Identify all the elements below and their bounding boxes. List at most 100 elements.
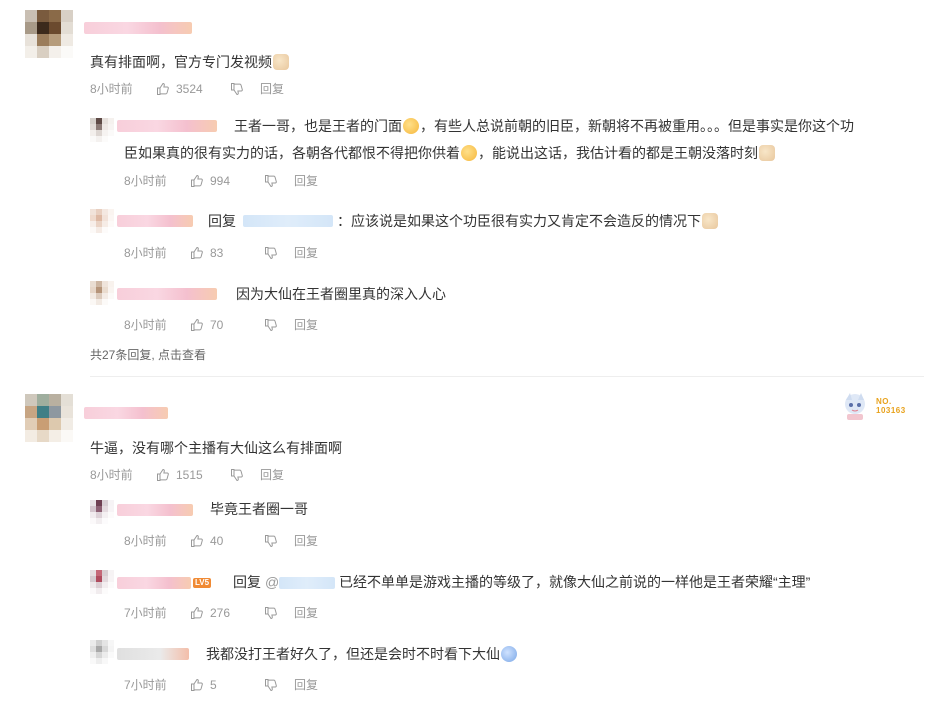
like-button[interactable]: 3524 xyxy=(156,82,230,96)
badge-number: 103163 xyxy=(876,406,906,415)
thumbs-up-icon xyxy=(191,606,203,619)
dislike-button[interactable] xyxy=(264,318,294,332)
reply-text: ：应该说是如果这个功臣很有实力又肯定不会造反的情况下 xyxy=(337,211,719,231)
like-count: 83 xyxy=(210,245,224,260)
like-count: 3524 xyxy=(176,81,203,96)
reply-meta: 8小时前 994 回复 xyxy=(124,172,318,189)
comment-text: 牛逼，没有哪个主播有大仙这么有排面啊 xyxy=(90,440,342,456)
timestamp: 8小时前 xyxy=(124,534,167,548)
thumbs-down-icon xyxy=(231,468,243,481)
like-count: 40 xyxy=(210,533,224,548)
avatar[interactable] xyxy=(90,118,114,142)
like-button[interactable]: 40 xyxy=(190,534,264,548)
like-count: 994 xyxy=(210,173,231,188)
thumbs-up-icon xyxy=(157,468,169,481)
reply-text: 因为大仙在王者圈里真的深入人心 xyxy=(236,286,446,302)
username[interactable] xyxy=(84,22,192,34)
like-count: 5 xyxy=(210,677,217,692)
timestamp: 8小时前 xyxy=(90,468,133,482)
username[interactable] xyxy=(84,407,168,419)
like-button[interactable]: 70 xyxy=(190,318,264,332)
timestamp: 8小时前 xyxy=(90,82,133,96)
thumbs-down-icon xyxy=(265,318,277,331)
timestamp: 7小时前 xyxy=(124,606,167,620)
reply-text: 毕竟王者圈一哥 xyxy=(210,501,308,517)
reply-text: 我都没打王者好久了，但还是会时不时看下大仙 xyxy=(206,644,518,664)
badge-label: NO. xyxy=(876,397,892,406)
like-button[interactable]: 276 xyxy=(190,606,264,620)
avatar[interactable] xyxy=(90,570,114,594)
thumbs-up-icon xyxy=(191,534,203,547)
comment-meta: 8小时前 1515 回复 xyxy=(90,466,284,483)
like-count: 1515 xyxy=(176,467,203,482)
reply-text: 回复 xyxy=(208,213,236,229)
like-button[interactable]: 994 xyxy=(190,174,264,188)
like-count: 276 xyxy=(210,605,231,620)
like-button[interactable]: 83 xyxy=(190,246,264,260)
username[interactable] xyxy=(117,648,189,660)
avatar[interactable] xyxy=(25,10,73,58)
thread-divider xyxy=(90,376,924,377)
reply-meta: 8小时前 40 回复 xyxy=(124,532,318,549)
username[interactable] xyxy=(117,504,193,516)
timestamp: 8小时前 xyxy=(124,246,167,260)
like-button[interactable]: 1515 xyxy=(156,468,230,482)
thumbs-down-icon xyxy=(265,678,277,691)
thumbs-up-icon xyxy=(157,82,169,95)
like-button[interactable]: 5 xyxy=(190,678,264,692)
avatar[interactable] xyxy=(25,394,73,442)
emoji-icon xyxy=(501,646,517,662)
fan-badge: NO. 103163 xyxy=(838,390,906,422)
mention-username[interactable] xyxy=(243,215,333,227)
reply-meta: 8小时前 83 回复 xyxy=(124,244,318,261)
thumbs-up-icon xyxy=(191,246,203,259)
reply-button[interactable]: 回复 xyxy=(294,604,318,621)
reply-meta: 7小时前 5 回复 xyxy=(124,676,318,693)
thumbs-down-icon xyxy=(231,82,243,95)
comment-text: 真有排面啊，官方专门发视频 xyxy=(90,52,290,72)
emoji-icon xyxy=(461,145,477,161)
reply-meta: 7小时前 276 回复 xyxy=(124,604,318,621)
dislike-button[interactable] xyxy=(264,534,294,548)
reply-meta: 8小时前 70 回复 xyxy=(124,316,318,333)
emoji-icon xyxy=(702,213,718,229)
reply-button[interactable]: 回复 xyxy=(294,316,318,333)
avatar[interactable] xyxy=(90,281,114,305)
username[interactable] xyxy=(117,215,193,227)
anime-badge-icon xyxy=(845,393,865,420)
reply-text: 臣如果真的很有实力的话，各朝各代都恨不得把你供着 ，能说出这话，我估计看的都是王朝… xyxy=(124,143,776,163)
reply-button[interactable]: 回复 xyxy=(294,532,318,549)
avatar[interactable] xyxy=(90,209,114,233)
reply-button[interactable]: 回复 xyxy=(294,676,318,693)
username[interactable] xyxy=(117,577,191,589)
thumbs-up-icon xyxy=(191,174,203,187)
thumbs-down-icon xyxy=(265,606,277,619)
reply-button[interactable]: 回复 xyxy=(294,244,318,261)
thumbs-down-icon xyxy=(265,246,277,259)
thumbs-down-icon xyxy=(265,534,277,547)
thumbs-down-icon xyxy=(265,174,277,187)
dislike-button[interactable] xyxy=(264,678,294,692)
reply-text: 王者一哥，也是王者的门面 ，有些人总说前朝的旧臣，新朝将不再被重用。。。但是事实是… xyxy=(234,118,854,134)
username[interactable] xyxy=(117,120,217,132)
level-badge: LV5 xyxy=(193,578,212,588)
thumbs-up-icon xyxy=(191,318,203,331)
dislike-button[interactable] xyxy=(230,82,260,96)
avatar[interactable] xyxy=(90,640,114,664)
dislike-button[interactable] xyxy=(264,174,294,188)
avatar[interactable] xyxy=(90,500,114,524)
emoji-icon xyxy=(403,118,419,134)
timestamp: 8小时前 xyxy=(124,174,167,188)
like-count: 70 xyxy=(210,317,224,332)
comment-meta: 8小时前 3524 回复 xyxy=(90,80,284,97)
emoji-icon xyxy=(759,145,775,161)
dislike-button[interactable] xyxy=(264,606,294,620)
username[interactable] xyxy=(117,288,217,300)
dislike-button[interactable] xyxy=(264,246,294,260)
see-more-replies-link[interactable]: 共27条回复, 点击查看 xyxy=(90,346,206,363)
reply-button[interactable]: 回复 xyxy=(260,466,284,483)
reply-button[interactable]: 回复 xyxy=(260,80,284,97)
reply-button[interactable]: 回复 xyxy=(294,172,318,189)
dislike-button[interactable] xyxy=(230,468,260,482)
mention-username[interactable] xyxy=(279,577,335,589)
